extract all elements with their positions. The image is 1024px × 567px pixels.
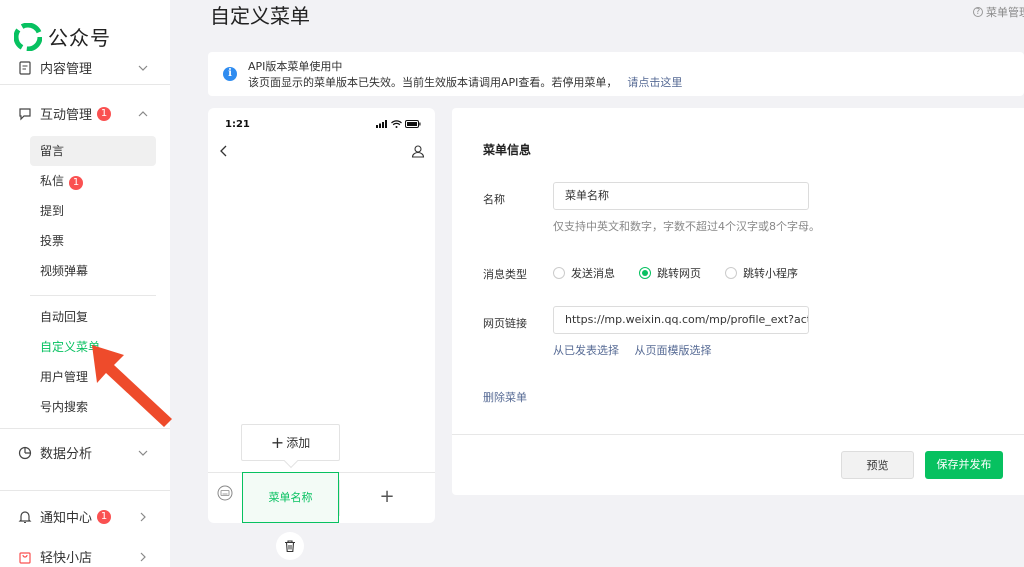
nav-group-label: 轻快小店	[40, 551, 93, 566]
radio-circle-checked	[639, 267, 651, 279]
nav-group-notifications[interactable]: 通知中心 1	[18, 507, 148, 526]
sidebar-item-auto-reply[interactable]: 自动回复	[30, 302, 156, 332]
nav-group-label: 内容管理	[40, 62, 93, 77]
pie-chart-icon	[18, 446, 32, 459]
message-type-radio-group: 发送消息 跳转网页 跳转小程序	[553, 265, 822, 281]
webpage-link-label: 网页链接	[483, 317, 527, 330]
preview-button[interactable]: 预览	[841, 451, 914, 479]
status-bar-time: 1:21	[225, 119, 250, 130]
sidebar-item-mentions[interactable]: 提到	[30, 196, 156, 226]
webpage-url-input[interactable]: https://mp.weixin.qq.com/mp/profile_ext?…	[553, 306, 809, 334]
signal-icon	[376, 120, 387, 128]
notice-description: 该页面显示的菜单版本已失效。当前生效版本请调用API查看。若停用菜单， 请点击这里	[248, 74, 682, 90]
radio-jump-webpage[interactable]: 跳转网页	[639, 265, 701, 281]
shopping-bag-icon	[19, 551, 31, 564]
api-version-notice: i API版本菜单使用中 该页面显示的菜单版本已失效。当前生效版本请调用API查…	[208, 52, 1024, 96]
unread-badge: 1	[97, 106, 112, 121]
logo-text: 公众号	[48, 26, 111, 50]
nav-group-shop[interactable]: 轻快小店	[18, 547, 148, 566]
radio-label: 跳转小程序	[743, 267, 798, 280]
chat-bubble-icon	[19, 107, 31, 120]
page-title: 自定义菜单	[210, 4, 310, 28]
divider	[30, 295, 156, 296]
notice-text: 该页面显示的菜单版本已失效。当前生效版本请调用API查看。若停用菜单，	[248, 76, 618, 89]
radio-jump-miniprogram[interactable]: 跳转小程序	[725, 265, 798, 281]
nav-group-label: 互动管理	[40, 108, 93, 123]
name-label: 名称	[483, 193, 505, 206]
chevron-down-icon	[138, 450, 148, 456]
trash-icon	[285, 540, 295, 553]
info-icon: i	[223, 67, 237, 81]
status-bar-icons	[376, 120, 421, 128]
wechat-mp-logo-icon	[14, 22, 42, 51]
menu-management-help-link[interactable]: ? 菜单管理	[973, 4, 1024, 20]
nav-group-interaction[interactable]: 互动管理 1	[18, 104, 148, 123]
name-hint: 仅支持中英文和数字，字数不超过4个汉字或8个字母。	[553, 220, 820, 233]
message-type-label: 消息类型	[483, 268, 527, 281]
nav-group-label: 通知中心	[40, 511, 93, 526]
sidebar-item-label: 私信	[40, 174, 65, 188]
divider	[0, 490, 170, 491]
keyboard-icon[interactable]	[217, 485, 233, 501]
unread-badge: 1	[97, 509, 112, 524]
divider	[0, 84, 170, 85]
logo[interactable]: 公众号	[14, 22, 111, 51]
chevron-right-icon	[140, 552, 146, 561]
question-icon: ?	[973, 7, 983, 17]
battery-icon	[405, 120, 421, 128]
add-menu-button[interactable]: +	[339, 472, 435, 523]
phone-preview: 1:21 + 添加 菜单名称 +	[208, 108, 435, 523]
delete-menu-trash-button[interactable]	[276, 532, 304, 560]
red-arrow-annotation-icon	[92, 345, 172, 427]
menu-tab-selected[interactable]: 菜单名称	[242, 472, 339, 523]
sidebar-item-votes[interactable]: 投票	[30, 226, 156, 256]
menu-name-input[interactable]: 菜单名称	[553, 182, 809, 210]
sidebar: 公众号 内容管理 互动管理 1 留言 私信 1 提到 投票 视频弹幕 自动回复 自…	[0, 0, 170, 567]
bell-icon	[18, 510, 32, 523]
radio-label: 发送消息	[571, 267, 615, 280]
menu-info-panel: 菜单信息 名称 菜单名称 仅支持中英文和数字，字数不超过4个汉字或8个字母。 消…	[452, 108, 1024, 495]
chevron-down-icon	[138, 65, 148, 71]
nav-group-analytics[interactable]: 数据分析	[18, 443, 148, 462]
nav-group-content[interactable]: 内容管理	[18, 58, 148, 77]
user-profile-icon[interactable]	[411, 144, 425, 158]
chevron-right-icon	[140, 512, 146, 521]
unread-badge: 1	[69, 176, 84, 190]
plus-icon: +	[270, 433, 285, 452]
radio-label: 跳转网页	[657, 267, 701, 280]
chevron-up-icon	[138, 110, 148, 116]
add-submenu-button[interactable]: + 添加	[241, 424, 340, 461]
nav-group-label: 数据分析	[40, 447, 93, 462]
radio-circle	[725, 267, 737, 279]
delete-menu-link[interactable]: 删除菜单	[483, 389, 527, 405]
help-link-label: 菜单管理	[986, 6, 1024, 19]
save-and-publish-button[interactable]: 保存并发布	[925, 451, 1003, 479]
radio-circle	[553, 267, 565, 279]
document-icon	[19, 60, 31, 75]
notice-title: API版本菜单使用中	[248, 60, 343, 73]
sidebar-item-video-danmaku[interactable]: 视频弹幕	[30, 256, 156, 286]
footer-divider	[452, 434, 1024, 435]
url-source-links: 从已发表选择 从页面模版选择	[553, 342, 724, 358]
add-submenu-label: 添加	[286, 436, 311, 450]
section-title: 菜单信息	[483, 143, 532, 157]
radio-send-message[interactable]: 发送消息	[553, 265, 615, 281]
sidebar-item-private-messages[interactable]: 私信 1	[30, 166, 156, 196]
select-from-template-link[interactable]: 从页面模版选择	[635, 344, 712, 357]
select-from-published-link[interactable]: 从已发表选择	[553, 344, 619, 357]
stop-menu-link[interactable]: 请点击这里	[627, 76, 682, 89]
wifi-icon	[391, 120, 402, 128]
sidebar-item-messages[interactable]: 留言	[30, 136, 156, 166]
back-arrow-icon[interactable]	[218, 144, 230, 158]
